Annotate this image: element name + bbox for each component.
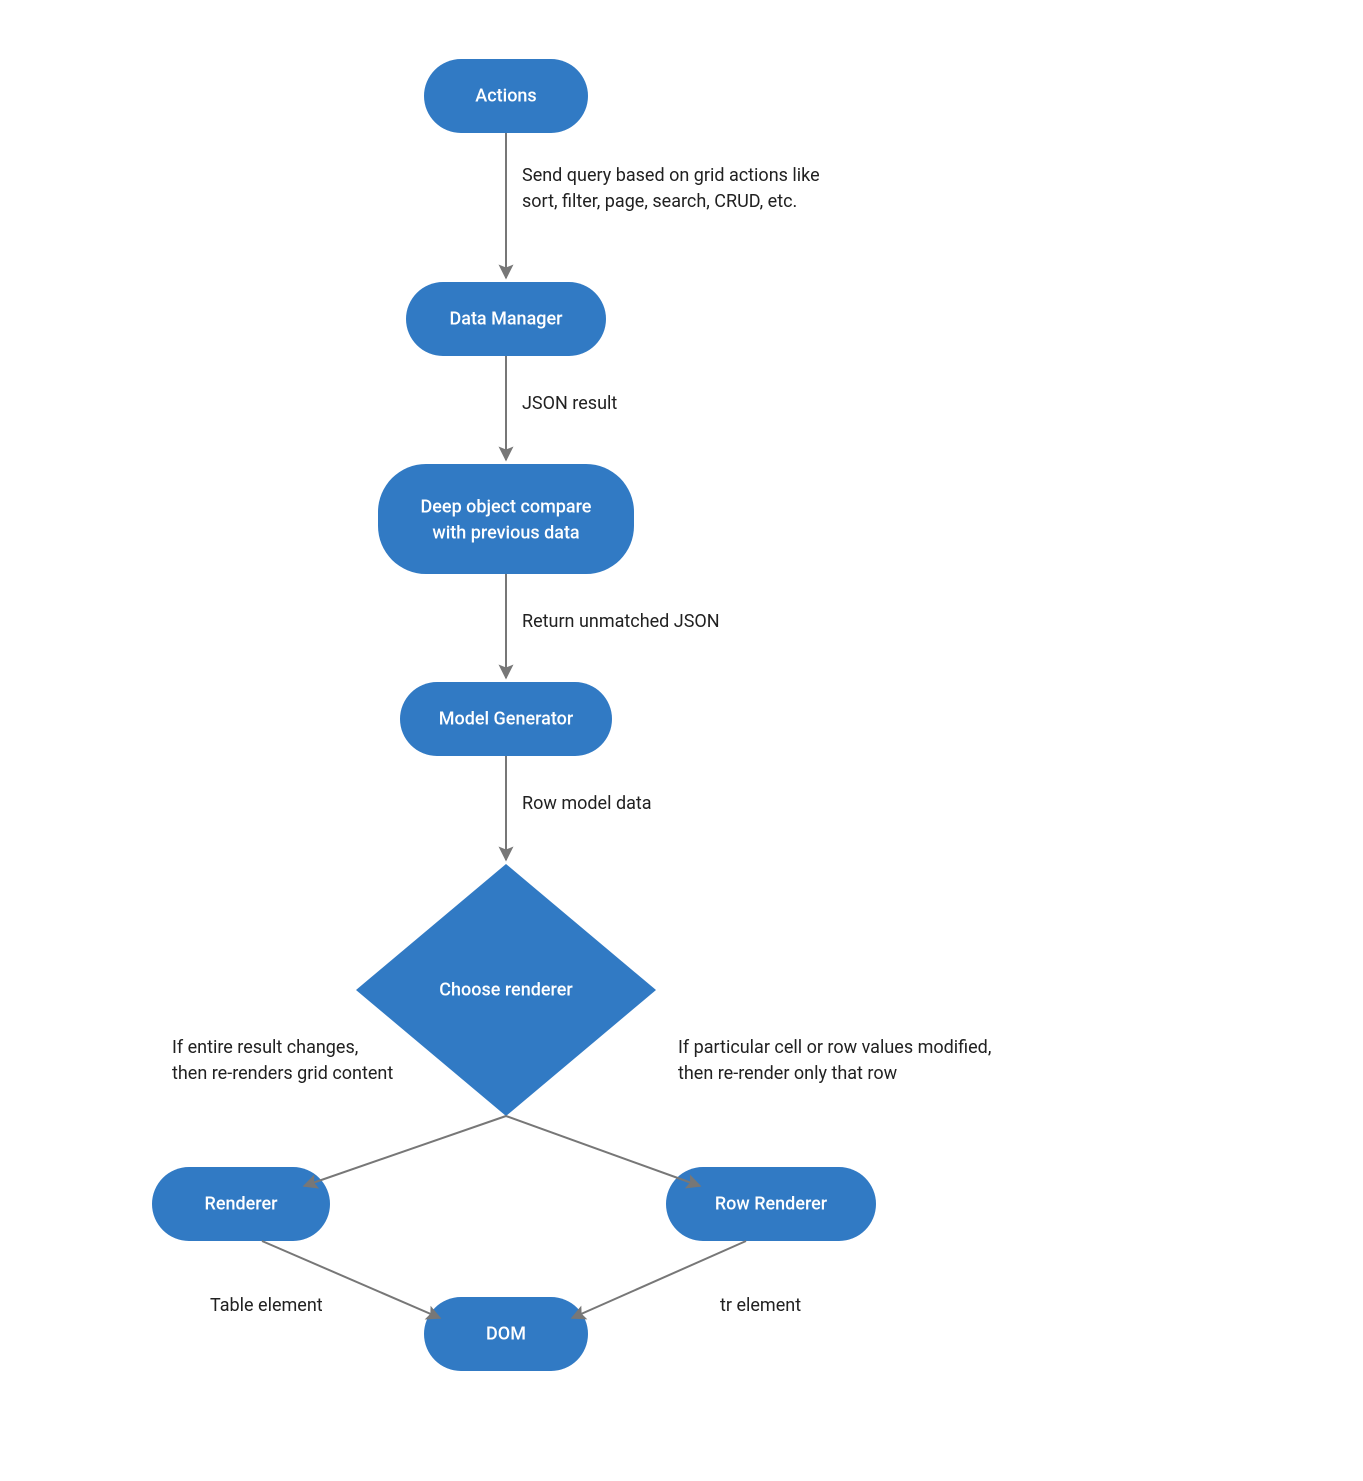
node-model-generator: Model Generator (400, 682, 612, 756)
node-actions: Actions (424, 59, 588, 133)
node-row-renderer-label: Row Renderer (715, 1194, 828, 1215)
node-data-manager-label: Data Manager (449, 309, 563, 330)
edge-choose-left-label-1: If entire result changes, (172, 1037, 358, 1058)
node-model-generator-label: Model Generator (439, 709, 574, 730)
edge-compare-to-mg-label: Return unmatched JSON (522, 611, 720, 632)
node-dom: DOM (424, 1297, 588, 1371)
node-dom-label: DOM (486, 1324, 526, 1345)
edge-actions-to-dm-label-2: sort, filter, page, search, CRUD, etc. (522, 191, 797, 212)
edge-dm-to-compare-label: JSON result (522, 393, 617, 414)
edge-choose-left-label-2: then re-renders grid content (172, 1063, 393, 1084)
edge-choose-to-row-renderer (506, 1116, 700, 1186)
node-deep-compare-line1: Deep object compare (421, 497, 592, 518)
edge-choose-right-label-2: then re-render only that row (678, 1063, 898, 1084)
node-actions-label: Actions (475, 86, 536, 107)
edge-actions-to-dm-label-1: Send query based on grid actions like (522, 165, 820, 186)
edge-choose-to-renderer (304, 1116, 506, 1186)
node-deep-compare-line2: with previous data (432, 523, 579, 544)
node-choose-renderer-label: Choose renderer (439, 980, 573, 1001)
edge-renderer-to-dom-label: Table element (210, 1295, 323, 1316)
node-data-manager: Data Manager (406, 282, 606, 356)
node-row-renderer: Row Renderer (666, 1167, 876, 1241)
flow-diagram: Actions Data Manager Deep object compare… (0, 0, 1363, 1481)
edge-row-renderer-to-dom-label: tr element (720, 1295, 801, 1316)
node-renderer-label: Renderer (205, 1194, 279, 1215)
edge-mg-to-choose-label: Row model data (522, 793, 652, 814)
node-deep-compare: Deep object compare with previous data (378, 464, 634, 574)
node-choose-renderer: Choose renderer (356, 864, 656, 1116)
edge-choose-right-label-1: If particular cell or row values modifie… (678, 1037, 991, 1058)
node-renderer: Renderer (152, 1167, 330, 1241)
